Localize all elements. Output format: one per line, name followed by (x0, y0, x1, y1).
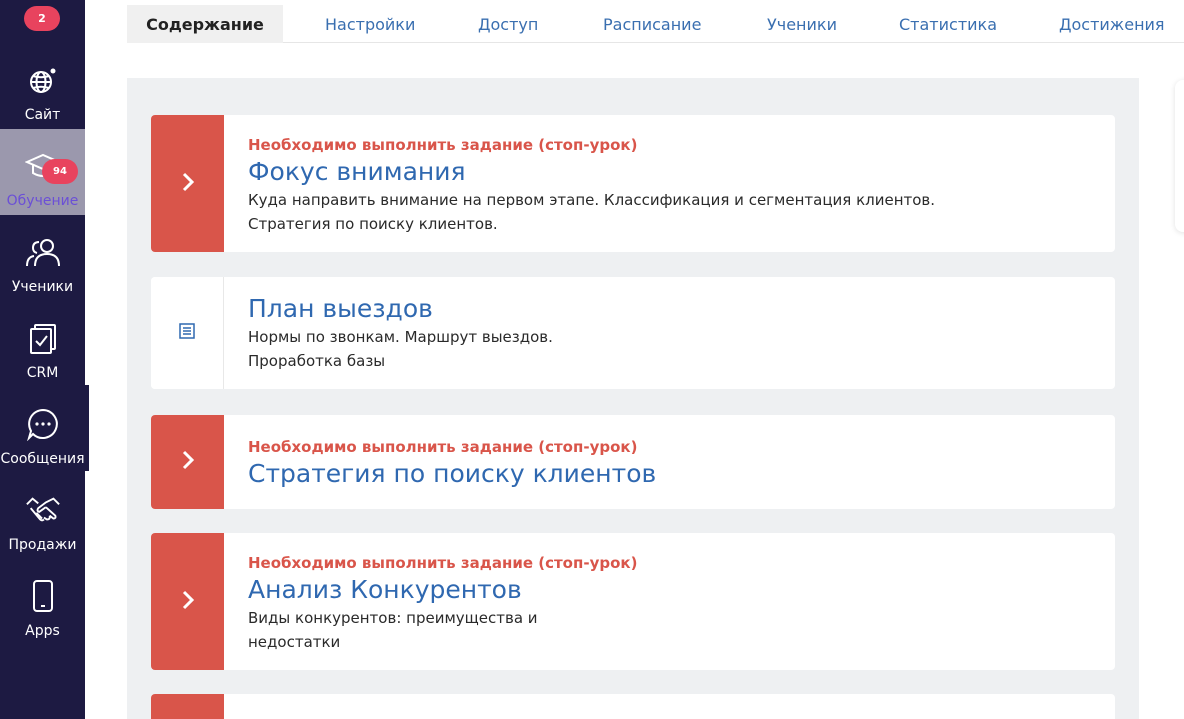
lesson-item[interactable] (151, 694, 1115, 719)
sidebar-item-label: Ученики (11, 279, 74, 295)
sidebar-item-crm[interactable]: CRM (0, 301, 85, 387)
lesson-title[interactable]: План выездов (248, 293, 1095, 325)
stop-lesson-marker (151, 533, 224, 670)
lesson-item[interactable]: План выездов Нормы по звонкам. Маршрут в… (151, 277, 1115, 389)
lesson-title[interactable]: Стратегия по поиску клиентов (248, 458, 1095, 490)
tab-content[interactable]: Содержание (127, 5, 283, 43)
sidebar-item-messages[interactable]: Сообщения (0, 387, 85, 473)
lesson-description-line: Стратегия по поиску клиентов. (248, 215, 498, 233)
sidebar-item-sales[interactable]: Продажи (0, 473, 85, 559)
sidebar-item-label: CRM (26, 365, 59, 381)
tab-statistics[interactable]: Статистика (899, 5, 997, 43)
clipboard-check-icon (25, 321, 61, 355)
tab-bar: Содержание Настройки Доступ Расписание У… (127, 5, 1184, 43)
sidebar-item-apps[interactable]: Apps (0, 559, 85, 645)
chat-bubble-icon (25, 407, 61, 441)
sidebar-item-label: Обучение (6, 193, 79, 209)
sidebar-hover-edge (85, 385, 89, 471)
lesson-title[interactable]: Анализ Конкурентов (248, 574, 1095, 606)
stop-lesson-marker (151, 115, 224, 252)
document-list-icon (178, 322, 196, 344)
lesson-item[interactable]: Необходимо выполнить задание (стоп-урок)… (151, 415, 1115, 509)
handshake-icon (25, 493, 61, 527)
stop-lesson-marker (151, 415, 224, 509)
tab-students[interactable]: Ученики (767, 5, 837, 43)
stop-lesson-label: Необходимо выполнить задание (стоп-урок) (248, 554, 638, 572)
sidebar: 2 Сайт 94 Обучение Ученики CRM Сообщения… (0, 0, 85, 719)
tab-schedule[interactable]: Расписание (603, 5, 701, 43)
lesson-type-marker (151, 277, 224, 389)
stop-lesson-label: Необходимо выполнить задание (стоп-урок) (248, 136, 638, 154)
sidebar-item-site[interactable]: Сайт (0, 43, 85, 129)
phone-icon (25, 579, 61, 613)
lesson-description-line: Виды конкурентов: преимущества и (248, 609, 538, 627)
sidebar-item-label: Сайт (24, 107, 61, 123)
lesson-description-line: Куда направить внимание на первом этапе.… (248, 191, 936, 209)
notification-badge[interactable]: 2 (24, 6, 60, 31)
lesson-item[interactable]: Необходимо выполнить задание (стоп-урок)… (151, 115, 1115, 252)
chevron-right-icon (180, 449, 196, 475)
stop-lesson-label: Необходимо выполнить задание (стоп-урок) (248, 438, 638, 456)
sidebar-item-label: Apps (25, 623, 60, 639)
lesson-title[interactable]: Фокус внимания (248, 156, 1095, 188)
tab-achievements[interactable]: Достижения (1059, 5, 1165, 43)
lesson-item[interactable]: Необходимо выполнить задание (стоп-урок)… (151, 533, 1115, 670)
learning-count-badge: 94 (42, 159, 78, 184)
stop-lesson-marker (151, 694, 224, 719)
sidebar-item-label: Продажи (8, 537, 77, 553)
chevron-right-icon (180, 589, 196, 615)
lesson-description-line: Проработка базы (248, 352, 386, 370)
lesson-description-line: Нормы по звонкам. Маршрут выездов. (248, 328, 553, 346)
globe-icon (25, 63, 61, 97)
side-widget-card (1175, 80, 1184, 232)
sidebar-item-label: Сообщения (0, 451, 85, 467)
tab-access[interactable]: Доступ (478, 5, 538, 43)
chevron-right-icon (180, 171, 196, 197)
tab-settings[interactable]: Настройки (325, 5, 415, 43)
lesson-description-line: недостатки (248, 633, 341, 651)
users-icon (25, 235, 61, 269)
sidebar-item-learning[interactable]: 94 Обучение (0, 129, 85, 215)
sidebar-item-students[interactable]: Ученики (0, 215, 85, 301)
